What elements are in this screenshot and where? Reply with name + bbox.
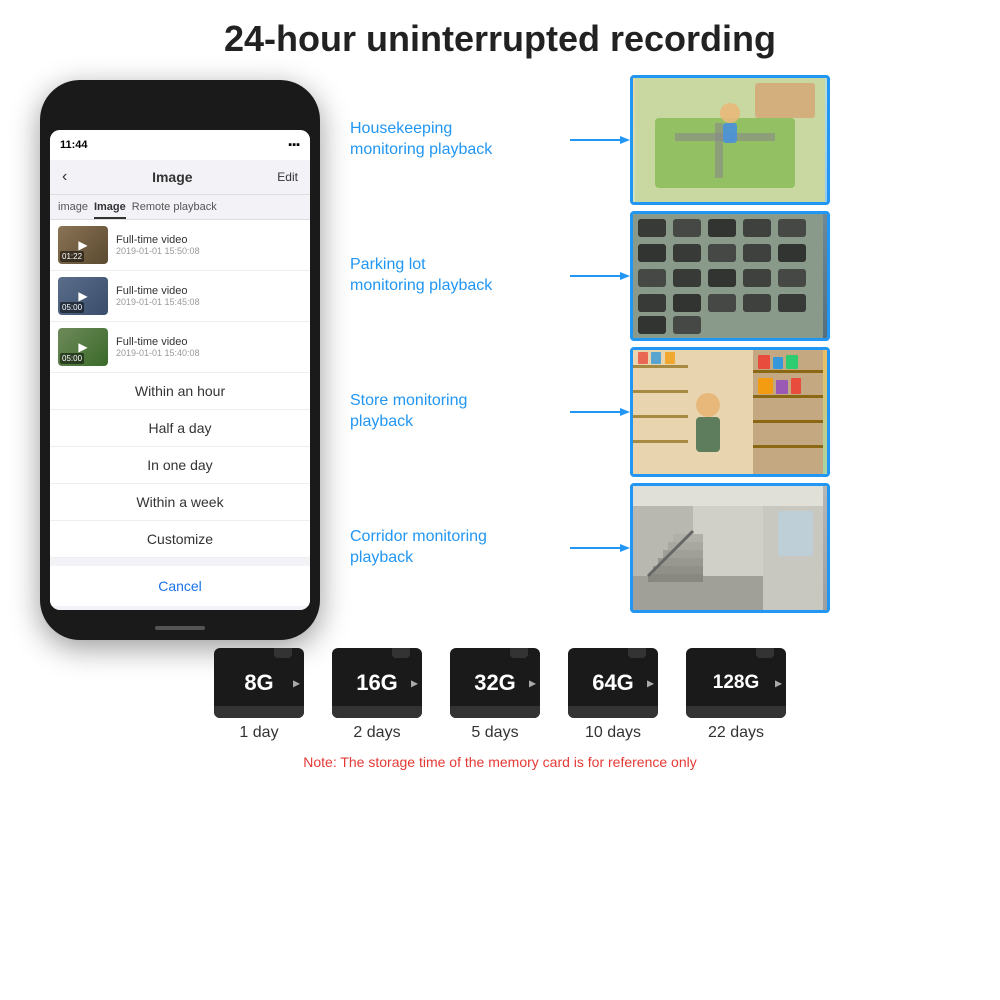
storage-days-128g: 22 days: [708, 724, 764, 742]
store-image-content: [633, 350, 827, 474]
storage-cards: 8G ▸ 1 day 16G ▸ 2 days 32G ▸ 5 days: [214, 648, 786, 742]
content-area: 11:44 ▪▪▪ ‹ Image Edit image Image Remot…: [0, 70, 1000, 640]
sd-card-label-16g: 16G: [356, 670, 398, 696]
video-duration-2: 05:00: [60, 302, 84, 313]
connector-line-2: [570, 266, 630, 286]
phone-wrapper: 11:44 ▪▪▪ ‹ Image Edit image Image Remot…: [40, 80, 320, 640]
home-indicator: [155, 626, 205, 630]
phone-screen: 11:44 ▪▪▪ ‹ Image Edit image Image Remot…: [50, 130, 310, 610]
monitoring-item-1: Housekeepingmonitoring playback: [350, 75, 980, 205]
dropdown-item-5[interactable]: Customize: [50, 521, 310, 558]
parking-image-content: [633, 214, 827, 338]
monitoring-image-2: [630, 211, 830, 341]
video-info-2: Full-time video 2019-01-01 15:45:08: [116, 285, 200, 307]
back-arrow[interactable]: ‹: [62, 168, 67, 186]
edit-button[interactable]: Edit: [277, 170, 298, 184]
video-thumb-1[interactable]: 01:22: [58, 226, 108, 264]
housekeeping-image-content: [633, 78, 827, 202]
sd-card-16g: 16G ▸: [332, 648, 422, 718]
dropdown-item-4[interactable]: Within a week: [50, 484, 310, 521]
sd-card-arrow-32g: ▸: [529, 675, 536, 692]
sd-card-64g: 64G ▸: [568, 648, 658, 718]
sd-card-label-32g: 32G: [474, 670, 516, 696]
video-item-2: 05:00 Full-time video 2019-01-01 15:45:0…: [50, 271, 310, 322]
monitoring-label-2: Parking lotmonitoring playback: [350, 255, 570, 297]
storage-card-16g: 16G ▸ 2 days: [332, 648, 422, 742]
storage-days-16g: 2 days: [353, 724, 400, 742]
dropdown-item-1[interactable]: Within an hour: [50, 373, 310, 410]
sd-card-32g: 32G ▸: [450, 648, 540, 718]
video-title-2: Full-time video: [116, 285, 200, 297]
phone-icons: ▪▪▪: [288, 139, 300, 151]
phone-time: 11:44: [60, 139, 88, 151]
storage-card-64g: 64G ▸ 10 days: [568, 648, 658, 742]
monitoring-label-1: Housekeepingmonitoring playback: [350, 119, 570, 161]
storage-days-32g: 5 days: [471, 724, 518, 742]
dropdown-cancel[interactable]: Cancel: [50, 558, 310, 606]
video-duration-1: 01:22: [60, 251, 84, 262]
phone-tabs: image Image Remote playback: [50, 195, 310, 220]
monitoring-image-3: [630, 347, 830, 477]
sd-card-notch-64g: [628, 648, 646, 658]
phone-status-bar: 11:44 ▪▪▪: [50, 130, 310, 160]
connector-line-3: [570, 402, 630, 422]
monitoring-label-4: Corridor monitoringplayback: [350, 527, 570, 569]
phone-nav-bar: ‹ Image Edit: [50, 160, 310, 195]
sd-card-notch-32g: [510, 648, 528, 658]
sd-card-notch-8g: [274, 648, 292, 658]
monitoring-image-1: [630, 75, 830, 205]
storage-card-128g: 128G ▸ 22 days: [686, 648, 786, 742]
video-duration-3: 05:00: [60, 353, 84, 364]
sd-card-8g: 8G ▸: [214, 648, 304, 718]
connector-line-1: [570, 130, 630, 150]
sd-card-arrow-16g: ▸: [411, 675, 418, 692]
phone-dropdown: Within an hour Half a day In one day Wit…: [50, 373, 310, 606]
sd-card-notch-16g: [392, 648, 410, 658]
video-info-1: Full-time video 2019-01-01 15:50:08: [116, 234, 200, 256]
video-thumb-2[interactable]: 05:00: [58, 277, 108, 315]
storage-note: Note: The storage time of the memory car…: [303, 754, 696, 770]
corridor-image-content: [633, 486, 827, 610]
video-title-1: Full-time video: [116, 234, 200, 246]
dropdown-item-3[interactable]: In one day: [50, 447, 310, 484]
sd-card-arrow-128g: ▸: [775, 675, 782, 692]
sd-card-label-8g: 8G: [244, 670, 273, 696]
video-item-3: 05:00 Full-time video 2019-01-01 15:40:0…: [50, 322, 310, 373]
storage-days-8g: 1 day: [239, 724, 278, 742]
monitoring-label-3: Store monitoringplayback: [350, 391, 570, 433]
tab-image[interactable]: image: [58, 201, 88, 219]
video-list: 01:22 Full-time video 2019-01-01 15:50:0…: [50, 220, 310, 373]
video-title-3: Full-time video: [116, 336, 200, 348]
sd-card-label-128g: 128G: [713, 672, 759, 694]
sd-card-arrow-8g: ▸: [293, 675, 300, 692]
video-date-1: 2019-01-01 15:50:08: [116, 246, 200, 256]
tab-remote-playback[interactable]: Remote playback: [132, 201, 217, 219]
monitoring-item-3: Store monitoringplayback: [350, 347, 980, 477]
sd-card-notch-128g: [756, 648, 774, 658]
storage-section: 8G ▸ 1 day 16G ▸ 2 days 32G ▸ 5 days: [0, 648, 1000, 770]
monitoring-item-2: Parking lotmonitoring playback: [350, 211, 980, 341]
video-date-3: 2019-01-01 15:40:08: [116, 348, 200, 358]
right-section: Housekeepingmonitoring playback: [350, 70, 980, 640]
dropdown-item-2[interactable]: Half a day: [50, 410, 310, 447]
connector-line-4: [570, 538, 630, 558]
storage-days-64g: 10 days: [585, 724, 641, 742]
video-item-1: 01:22 Full-time video 2019-01-01 15:50:0…: [50, 220, 310, 271]
monitoring-item-4: Corridor monitoringplayback: [350, 483, 980, 613]
sd-card-128g: 128G ▸: [686, 648, 786, 718]
tab-image-active[interactable]: Image: [94, 201, 126, 219]
storage-card-8g: 8G ▸ 1 day: [214, 648, 304, 742]
phone-section: 11:44 ▪▪▪ ‹ Image Edit image Image Remot…: [20, 70, 340, 640]
sd-card-arrow-64g: ▸: [647, 675, 654, 692]
video-thumb-3[interactable]: 05:00: [58, 328, 108, 366]
phone-notch: [140, 92, 220, 112]
phone-body: 11:44 ▪▪▪ ‹ Image Edit image Image Remot…: [40, 80, 320, 640]
video-date-2: 2019-01-01 15:45:08: [116, 297, 200, 307]
phone-header-title: Image: [152, 169, 192, 185]
page-title: 24-hour uninterrupted recording: [0, 0, 1000, 70]
storage-card-32g: 32G ▸ 5 days: [450, 648, 540, 742]
monitoring-image-4: [630, 483, 830, 613]
video-info-3: Full-time video 2019-01-01 15:40:08: [116, 336, 200, 358]
sd-card-label-64g: 64G: [592, 670, 634, 696]
